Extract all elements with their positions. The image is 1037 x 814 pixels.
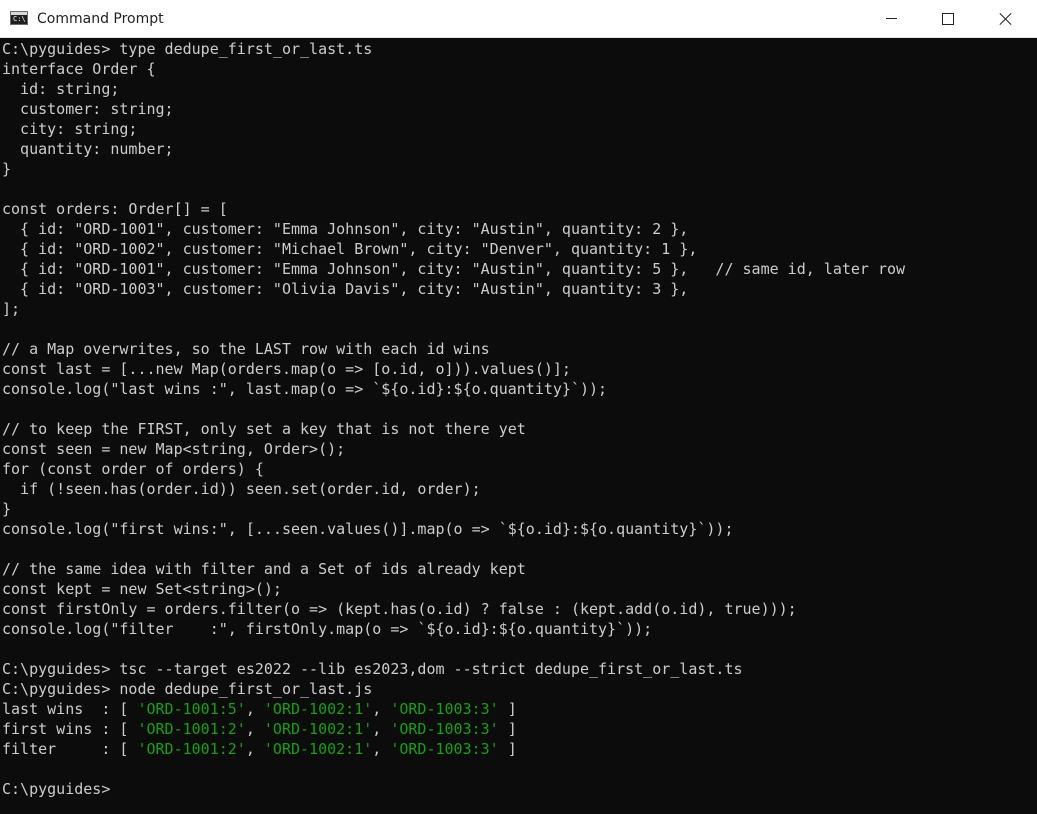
cmd-icon: C:\	[10, 11, 28, 25]
console-line: }	[2, 500, 12, 518]
result-line: filter : [ 'ORD-1001:2', 'ORD-1002:1', '…	[2, 739, 1035, 759]
console-line: { id: "ORD-1003", customer: "Olivia Davi…	[2, 280, 689, 298]
result-value: 'ORD-1001:5'	[137, 700, 246, 718]
console-line: ];	[2, 300, 21, 318]
result-punct: ,	[245, 720, 264, 738]
result-punct: ,	[372, 740, 391, 758]
console-line: console.log("filter :", firstOnly.map(o …	[2, 620, 653, 638]
console-line: if (!seen.has(order.id)) seen.set(order.…	[2, 480, 481, 498]
console-line: C:\pyguides> tsc --target es2022 --lib e…	[2, 660, 743, 678]
console-line: C:\pyguides> node dedupe_first_or_last.j…	[2, 680, 373, 698]
console-line: C:\pyguides> type dedupe_first_or_last.t…	[2, 40, 373, 58]
console-output[interactable]: C:\pyguides> type dedupe_first_or_last.t…	[2, 39, 1035, 812]
result-punct: ]	[498, 700, 517, 718]
console-line: { id: "ORD-1002", customer: "Michael Bro…	[2, 240, 698, 258]
console-line: for (const order of orders) {	[2, 460, 264, 478]
minimize-icon	[886, 18, 897, 19]
result-punct: ,	[372, 720, 391, 738]
result-value: 'ORD-1003:3'	[390, 720, 499, 738]
console-line: console.log("first wins:", [...seen.valu…	[2, 520, 734, 538]
command-prompt-line[interactable]: C:\pyguides>	[2, 779, 1035, 799]
console-line: quantity: number;	[2, 140, 174, 158]
result-label: filter	[2, 740, 57, 758]
result-punct: ]	[498, 740, 517, 758]
console-line: const orders: Order[] = [	[2, 200, 228, 218]
console-line: const last = [...new Map(orders.map(o =>…	[2, 360, 571, 378]
result-punct: ,	[245, 740, 264, 758]
console-line: const seen = new Map<string, Order>();	[2, 440, 346, 458]
result-punct: ]	[498, 720, 517, 738]
console-line: interface Order {	[2, 60, 156, 78]
close-icon	[999, 12, 1012, 25]
result-punct: : [	[83, 700, 138, 718]
result-value: 'ORD-1002:1'	[263, 700, 373, 718]
console-line: }	[2, 160, 12, 178]
result-punct: : [	[56, 740, 138, 758]
console-line: const kept = new Set<string>();	[2, 580, 282, 598]
close-button[interactable]	[977, 0, 1035, 37]
result-value: 'ORD-1003:3'	[390, 700, 499, 718]
console-line: customer: string;	[2, 100, 174, 118]
console-line: // the same idea with filter and a Set o…	[2, 560, 526, 578]
maximize-icon	[942, 13, 954, 25]
result-value: 'ORD-1002:1'	[263, 720, 373, 738]
console-line: city: string;	[2, 120, 138, 138]
console-line: id: string;	[2, 80, 120, 98]
result-value: 'ORD-1001:2'	[137, 740, 246, 758]
result-punct: ,	[372, 700, 391, 718]
maximize-button[interactable]	[920, 0, 978, 37]
result-punct: : [	[92, 720, 138, 738]
result-punct: ,	[245, 700, 264, 718]
result-label: first wins	[2, 720, 93, 738]
console-line: // to keep the FIRST, only set a key tha…	[2, 420, 526, 438]
result-label: last wins	[2, 700, 84, 718]
result-value: 'ORD-1002:1'	[263, 740, 373, 758]
result-line: first wins : [ 'ORD-1001:2', 'ORD-1002:1…	[2, 719, 1035, 739]
result-line: last wins : [ 'ORD-1001:5', 'ORD-1002:1'…	[2, 699, 1035, 719]
minimize-button[interactable]	[863, 0, 921, 37]
console-line: { id: "ORD-1001", customer: "Emma Johnso…	[2, 260, 906, 278]
cmd-icon-text: C:\	[13, 15, 26, 23]
console-line: { id: "ORD-1001", customer: "Emma Johnso…	[2, 220, 689, 238]
result-value: 'ORD-1001:2'	[137, 720, 246, 738]
result-value: 'ORD-1003:3'	[390, 740, 499, 758]
console-line: const firstOnly = orders.filter(o => (ke…	[2, 600, 797, 618]
window-title: Command Prompt	[37, 11, 164, 27]
title-bar[interactable]: C:\ Command Prompt	[0, 0, 1037, 38]
command-prompt-window: C:\ Command Prompt C:\pyguides> type ded…	[0, 0, 1037, 814]
console-line: console.log("last wins :", last.map(o =>…	[2, 380, 608, 398]
console-line: // a Map overwrites, so the LAST row wit…	[2, 340, 490, 358]
